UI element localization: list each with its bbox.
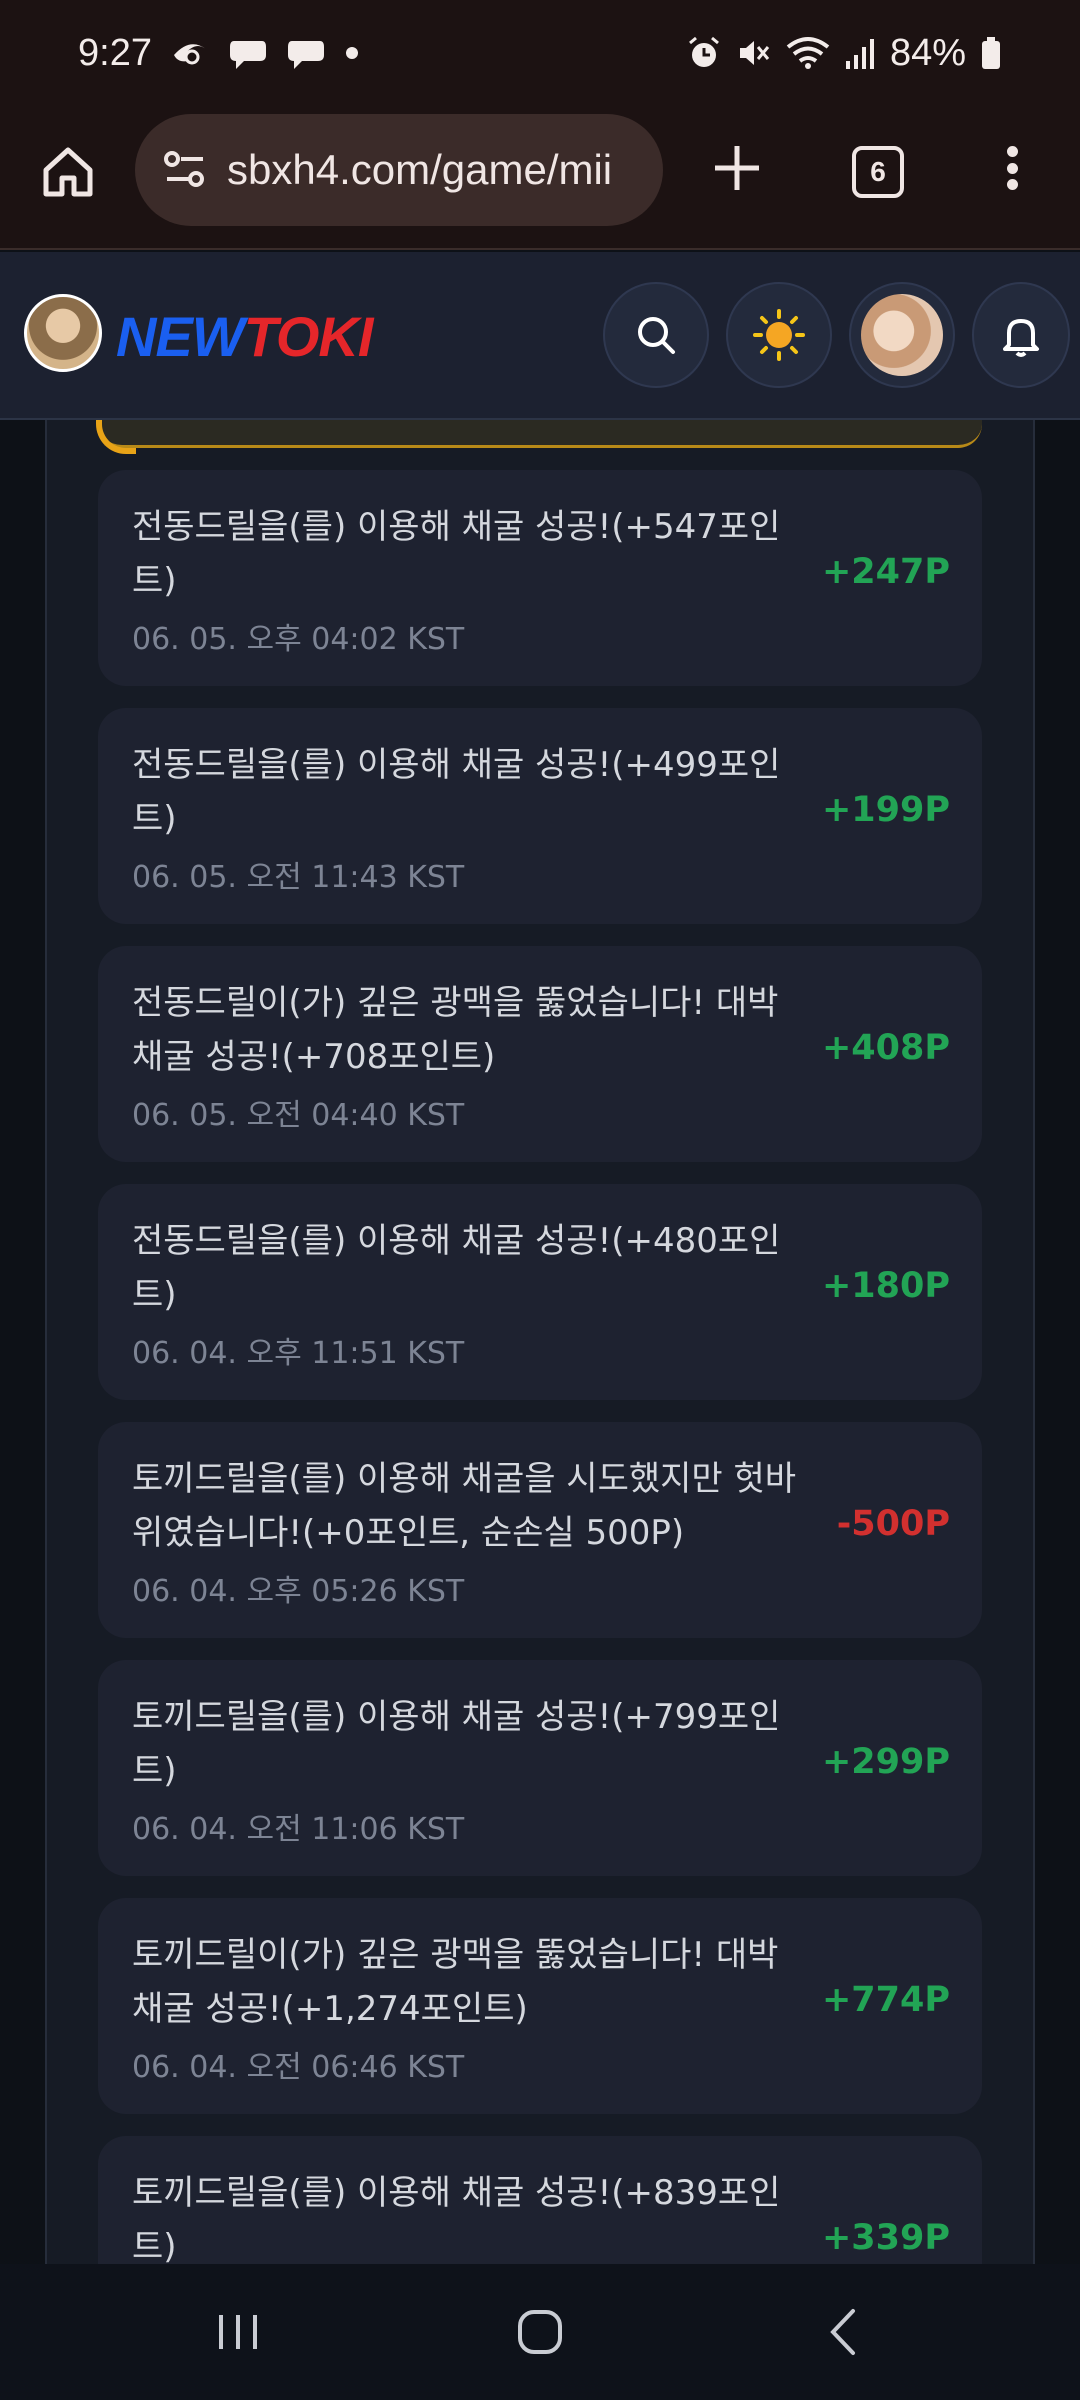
menu-dot-icon — [1006, 146, 1018, 157]
history-amount: +180P — [821, 1266, 950, 1306]
list-item: 토끼드릴을(를) 이용해 채굴을 시도했지만 헛바위였습니다!(+0포인트, 순… — [98, 1422, 982, 1638]
page-content[interactable]: 전동드릴을(를) 이용해 채굴 성공!(+547포인트) 06. 05. 오후 … — [0, 420, 1080, 2264]
logo-toki: TOKI — [243, 305, 374, 368]
history-description: 전동드릴을(를) 이용해 채굴 성공!(+480포인트) — [132, 1221, 781, 1315]
status-time: 9:27 — [78, 31, 152, 74]
history-amount: +408P — [821, 1028, 950, 1068]
mute-icon — [736, 35, 772, 71]
user-avatar — [861, 294, 943, 376]
address-bar[interactable]: sbxh4.com/game/mii — [135, 114, 663, 226]
site-header: NEWTOKI — [0, 252, 1080, 420]
history-amount: +199P — [821, 790, 950, 830]
list-item: 전동드릴이(가) 깊은 광맥을 뚫었습니다! 대박 채굴 성공!(+708포인트… — [98, 946, 982, 1162]
tab-switcher-button[interactable]: 6 — [852, 146, 904, 198]
search-icon — [638, 317, 675, 354]
search-button[interactable] — [603, 282, 709, 388]
system-navigation-bar — [0, 2264, 1080, 2400]
history-time: 06. 05. 오전 04:40 KST — [132, 1098, 465, 1133]
list-item: 토끼드릴을(를) 이용해 채굴 성공!(+799포인트) 06. 04. 오전 … — [98, 1660, 982, 1876]
history-description: 전동드릴이(가) 깊은 광맥을 뚫었습니다! 대박 채굴 성공!(+708포인트… — [132, 983, 779, 1077]
chat-icon — [286, 35, 326, 71]
history-time: 06. 04. 오후 11:51 KST — [132, 1336, 465, 1371]
status-bar: 9:27 84% — [0, 0, 1080, 106]
history-time: 06. 04. 오전 11:06 KST — [132, 1812, 465, 1847]
list-item: 전동드릴을(를) 이용해 채굴 성공!(+480포인트) 06. 04. 오후 … — [98, 1184, 982, 1400]
previous-card-edge — [96, 420, 982, 454]
dot-icon — [344, 45, 360, 61]
list-item: 전동드릴을(를) 이용해 채굴 성공!(+547포인트) 06. 05. 오후 … — [98, 470, 982, 686]
notifications-button[interactable] — [972, 282, 1070, 388]
home-button[interactable] — [36, 140, 100, 204]
site-settings-icon[interactable] — [163, 148, 207, 192]
history-time: 06. 05. 오전 11:43 KST — [132, 860, 465, 895]
alarm-icon — [686, 35, 722, 71]
home-icon — [43, 147, 93, 197]
wifi-icon — [786, 35, 830, 71]
history-amount: +299P — [821, 1742, 950, 1782]
list-item: 토끼드릴이(가) 깊은 광맥을 뚫었습니다! 대박 채굴 성공!(+1,274포… — [98, 1898, 982, 2114]
history-description: 토끼드릴을(를) 이용해 채굴 성공!(+799포인트) — [132, 1697, 781, 1791]
logo-new: NEW — [116, 305, 245, 368]
profile-button[interactable] — [849, 282, 955, 388]
site-logo[interactable]: NEWTOKI — [116, 304, 374, 369]
home-circle-icon — [518, 2310, 562, 2354]
battery-icon — [980, 35, 1002, 71]
battery-percent: 84% — [889, 31, 966, 74]
history-amount: +339P — [821, 2218, 950, 2258]
sun-icon — [753, 309, 805, 361]
menu-dot-icon — [1006, 162, 1018, 174]
history-description: 토끼드릴을(를) 이용해 채굴을 시도했지만 헛바위였습니다!(+0포인트, 순… — [132, 1459, 797, 1553]
browser-toolbar: sbxh4.com/game/mii 6 — [0, 106, 1080, 250]
site-mascot-avatar[interactable] — [24, 294, 102, 372]
url-text: sbxh4.com/game/mii — [227, 146, 613, 193]
chat-icon — [228, 35, 268, 71]
back-chevron-icon — [830, 2309, 855, 2355]
history-description: 전동드릴을(를) 이용해 채굴 성공!(+547포인트) — [132, 507, 781, 601]
recent-apps-button[interactable] — [198, 2300, 278, 2364]
mining-history-list: 전동드릴을(를) 이용해 채굴 성공!(+547포인트) 06. 05. 오후 … — [98, 470, 982, 2264]
recent-apps-icon — [219, 2315, 257, 2349]
history-description: 토끼드릴이(가) 깊은 광맥을 뚫었습니다! 대박 채굴 성공!(+1,274포… — [132, 1935, 779, 2029]
plus-icon — [715, 146, 759, 190]
history-amount: +247P — [821, 552, 950, 592]
history-amount: -500P — [836, 1504, 950, 1544]
more-menu-button[interactable] — [990, 136, 1034, 200]
list-item: 토끼드릴을(를) 이용해 채굴 성공!(+839포인트) +339P — [98, 2136, 982, 2264]
menu-dot-icon — [1006, 179, 1018, 190]
home-nav-button[interactable] — [500, 2300, 580, 2364]
notification-icon — [170, 35, 210, 71]
history-description: 전동드릴을(를) 이용해 채굴 성공!(+499포인트) — [132, 745, 781, 839]
signal-icon — [844, 35, 876, 71]
history-description: 토끼드릴을(를) 이용해 채굴 성공!(+839포인트) — [132, 2173, 781, 2264]
new-tab-button[interactable] — [705, 136, 769, 200]
history-amount: +774P — [821, 1980, 950, 2020]
history-time: 06. 04. 오후 05:26 KST — [132, 1574, 465, 1609]
back-button[interactable] — [804, 2300, 884, 2364]
bell-icon — [1003, 319, 1039, 357]
list-item: 전동드릴을(를) 이용해 채굴 성공!(+499포인트) 06. 05. 오전 … — [98, 708, 982, 924]
history-time: 06. 05. 오후 04:02 KST — [132, 622, 465, 657]
history-time: 06. 04. 오전 06:46 KST — [132, 2050, 465, 2085]
theme-toggle-button[interactable] — [726, 282, 832, 388]
